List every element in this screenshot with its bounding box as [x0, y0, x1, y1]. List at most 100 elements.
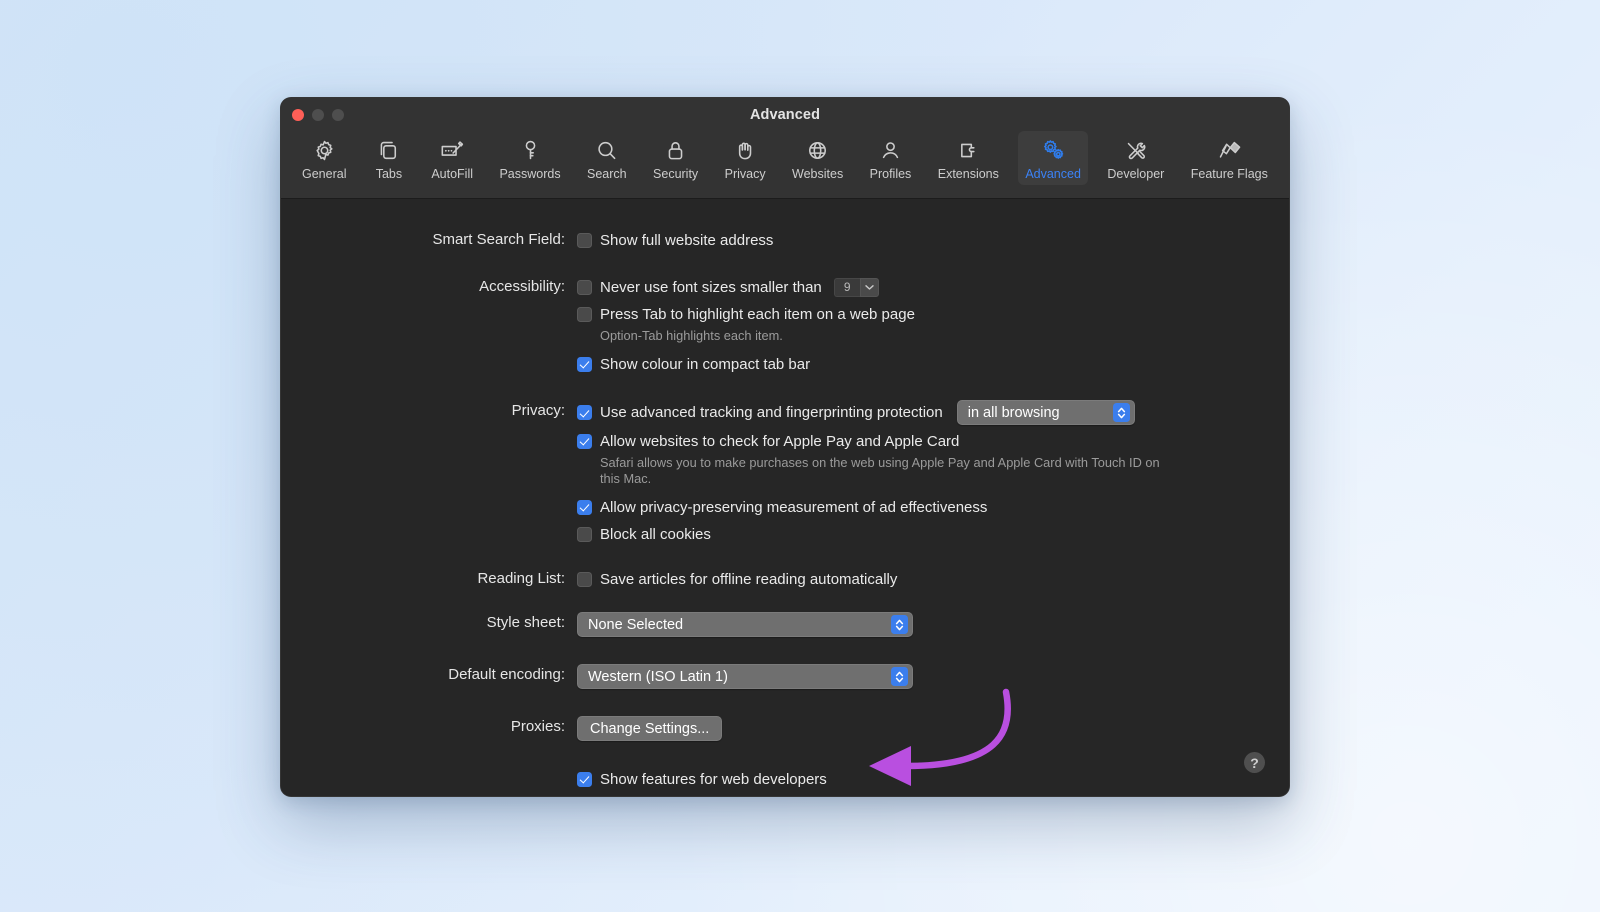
show-full-address-checkbox-row[interactable]: Show full website address [577, 229, 1289, 251]
tabs-icon [376, 136, 401, 164]
tab-profiles-label: Profiles [870, 167, 912, 181]
lock-icon [663, 136, 688, 164]
tab-privacy-label: Privacy [725, 167, 766, 181]
tab-profiles[interactable]: Profiles [863, 131, 919, 185]
min-font-size-combobox[interactable]: 9 [834, 278, 879, 297]
gear-icon [312, 136, 337, 164]
block-cookies-checkbox[interactable] [577, 527, 592, 542]
settings-tab-bar: General Tabs [295, 131, 1275, 185]
hand-icon [733, 136, 758, 164]
advanced-tracking-label: Use advanced tracking and fingerprinting… [600, 404, 943, 421]
advanced-tracking-checkbox[interactable] [577, 405, 592, 420]
tab-passwords[interactable]: Passwords [492, 131, 567, 185]
apple-pay-label: Allow websites to check for Apple Pay an… [600, 433, 959, 450]
tab-feature-flags-label: Feature Flags [1191, 167, 1268, 181]
privacy-row: Privacy: Use advanced tracking and finge… [281, 400, 1289, 545]
smart-search-field-label: Smart Search Field: [281, 229, 577, 251]
tools-icon [1123, 136, 1148, 164]
press-tab-checkbox-row[interactable]: Press Tab to highlight each item on a we… [577, 303, 1289, 325]
default-encoding-value: Western (ISO Latin 1) [588, 669, 883, 685]
tab-extensions-label: Extensions [938, 167, 999, 181]
window-toolbar: Advanced General Tabs [281, 98, 1289, 199]
compact-tab-colour-checkbox[interactable] [577, 357, 592, 372]
reading-list-row: Reading List: Save articles for offline … [281, 568, 1289, 590]
tab-passwords-label: Passwords [499, 167, 560, 181]
tab-feature-flags[interactable]: Feature Flags [1184, 131, 1275, 185]
autofill-icon [439, 136, 466, 164]
tab-privacy[interactable]: Privacy [718, 131, 773, 185]
accessibility-label: Accessibility: [281, 276, 577, 298]
default-encoding-popup-button[interactable]: Western (ISO Latin 1) [577, 664, 913, 689]
min-font-size-checkbox[interactable] [577, 280, 592, 295]
web-developers-row: Show features for web developers [281, 768, 1289, 790]
privacy-label: Privacy: [281, 400, 577, 422]
min-font-size-checkbox-row[interactable]: Never use font sizes smaller than 9 [577, 276, 1289, 298]
tab-tabs[interactable]: Tabs [366, 131, 412, 185]
advanced-tracking-checkbox-row[interactable]: Use advanced tracking and fingerprinting… [577, 400, 1289, 425]
tracking-scope-popup-button[interactable]: in all browsing [957, 400, 1135, 425]
flags-icon [1215, 136, 1243, 164]
help-button[interactable]: ? [1244, 752, 1265, 773]
apple-pay-checkbox-row[interactable]: Allow websites to check for Apple Pay an… [577, 430, 1289, 452]
style-sheet-value: None Selected [588, 617, 883, 633]
smart-search-field-row: Smart Search Field: Show full website ad… [281, 229, 1289, 251]
up-down-chevron-icon [891, 667, 908, 686]
apple-pay-hint: Safari allows you to make purchases on t… [600, 455, 1160, 487]
tab-websites-label: Websites [792, 167, 843, 181]
settings-window: Advanced General Tabs [280, 97, 1290, 797]
tab-developer[interactable]: Developer [1100, 131, 1171, 185]
press-tab-hint: Option-Tab highlights each item. [600, 328, 1160, 344]
tab-websites[interactable]: Websites [785, 131, 850, 185]
tab-tabs-label: Tabs [376, 167, 402, 181]
person-icon [878, 136, 903, 164]
block-cookies-checkbox-row[interactable]: Block all cookies [577, 523, 1289, 545]
tab-search[interactable]: Search [580, 131, 634, 185]
tab-general[interactable]: General [295, 131, 353, 185]
search-icon [594, 136, 619, 164]
tab-advanced-label: Advanced [1025, 167, 1081, 181]
default-encoding-row: Default encoding: Western (ISO Latin 1) [281, 664, 1289, 689]
window-title: Advanced [281, 107, 1289, 123]
change-proxy-settings-button[interactable]: Change Settings... [577, 716, 722, 741]
web-developers-checkbox-row[interactable]: Show features for web developers [577, 768, 1289, 790]
style-sheet-row: Style sheet: None Selected [281, 612, 1289, 637]
web-developers-label: Show features for web developers [600, 771, 827, 788]
tab-developer-label: Developer [1107, 167, 1164, 181]
key-icon [518, 136, 543, 164]
tab-extensions[interactable]: Extensions [931, 131, 1006, 185]
show-full-address-checkbox[interactable] [577, 233, 592, 248]
save-offline-checkbox-row[interactable]: Save articles for offline reading automa… [577, 568, 1289, 590]
chevron-down-icon[interactable] [860, 278, 879, 297]
tab-search-label: Search [587, 167, 627, 181]
advanced-settings-pane: Smart Search Field: Show full website ad… [281, 199, 1289, 797]
puzzle-icon [956, 136, 981, 164]
min-font-size-label: Never use font sizes smaller than [600, 279, 822, 296]
up-down-chevron-icon [891, 615, 908, 634]
tab-advanced[interactable]: Advanced [1018, 131, 1088, 185]
save-offline-checkbox[interactable] [577, 572, 592, 587]
default-encoding-label: Default encoding: [281, 664, 577, 686]
web-developers-checkbox[interactable] [577, 772, 592, 787]
press-tab-checkbox[interactable] [577, 307, 592, 322]
tab-general-label: General [302, 167, 346, 181]
proxies-label: Proxies: [281, 716, 577, 738]
ad-measurement-checkbox[interactable] [577, 500, 592, 515]
block-cookies-label: Block all cookies [600, 526, 711, 543]
tab-autofill[interactable]: AutoFill [424, 131, 480, 185]
tab-security-label: Security [653, 167, 698, 181]
tab-security[interactable]: Security [646, 131, 705, 185]
up-down-chevron-icon [1113, 403, 1130, 422]
accessibility-row: Accessibility: Never use font sizes smal… [281, 276, 1289, 375]
compact-tab-colour-label: Show colour in compact tab bar [600, 356, 810, 373]
style-sheet-label: Style sheet: [281, 612, 577, 634]
show-full-address-label: Show full website address [600, 232, 773, 249]
style-sheet-popup-button[interactable]: None Selected [577, 612, 913, 637]
ad-measurement-checkbox-row[interactable]: Allow privacy-preserving measurement of … [577, 496, 1289, 518]
tracking-scope-value: in all browsing [968, 405, 1105, 421]
compact-tab-colour-checkbox-row[interactable]: Show colour in compact tab bar [577, 353, 1289, 375]
double-gear-icon [1040, 136, 1067, 164]
globe-icon [805, 136, 830, 164]
min-font-size-value: 9 [834, 278, 860, 297]
proxies-row: Proxies: Change Settings... [281, 716, 1289, 741]
apple-pay-checkbox[interactable] [577, 434, 592, 449]
